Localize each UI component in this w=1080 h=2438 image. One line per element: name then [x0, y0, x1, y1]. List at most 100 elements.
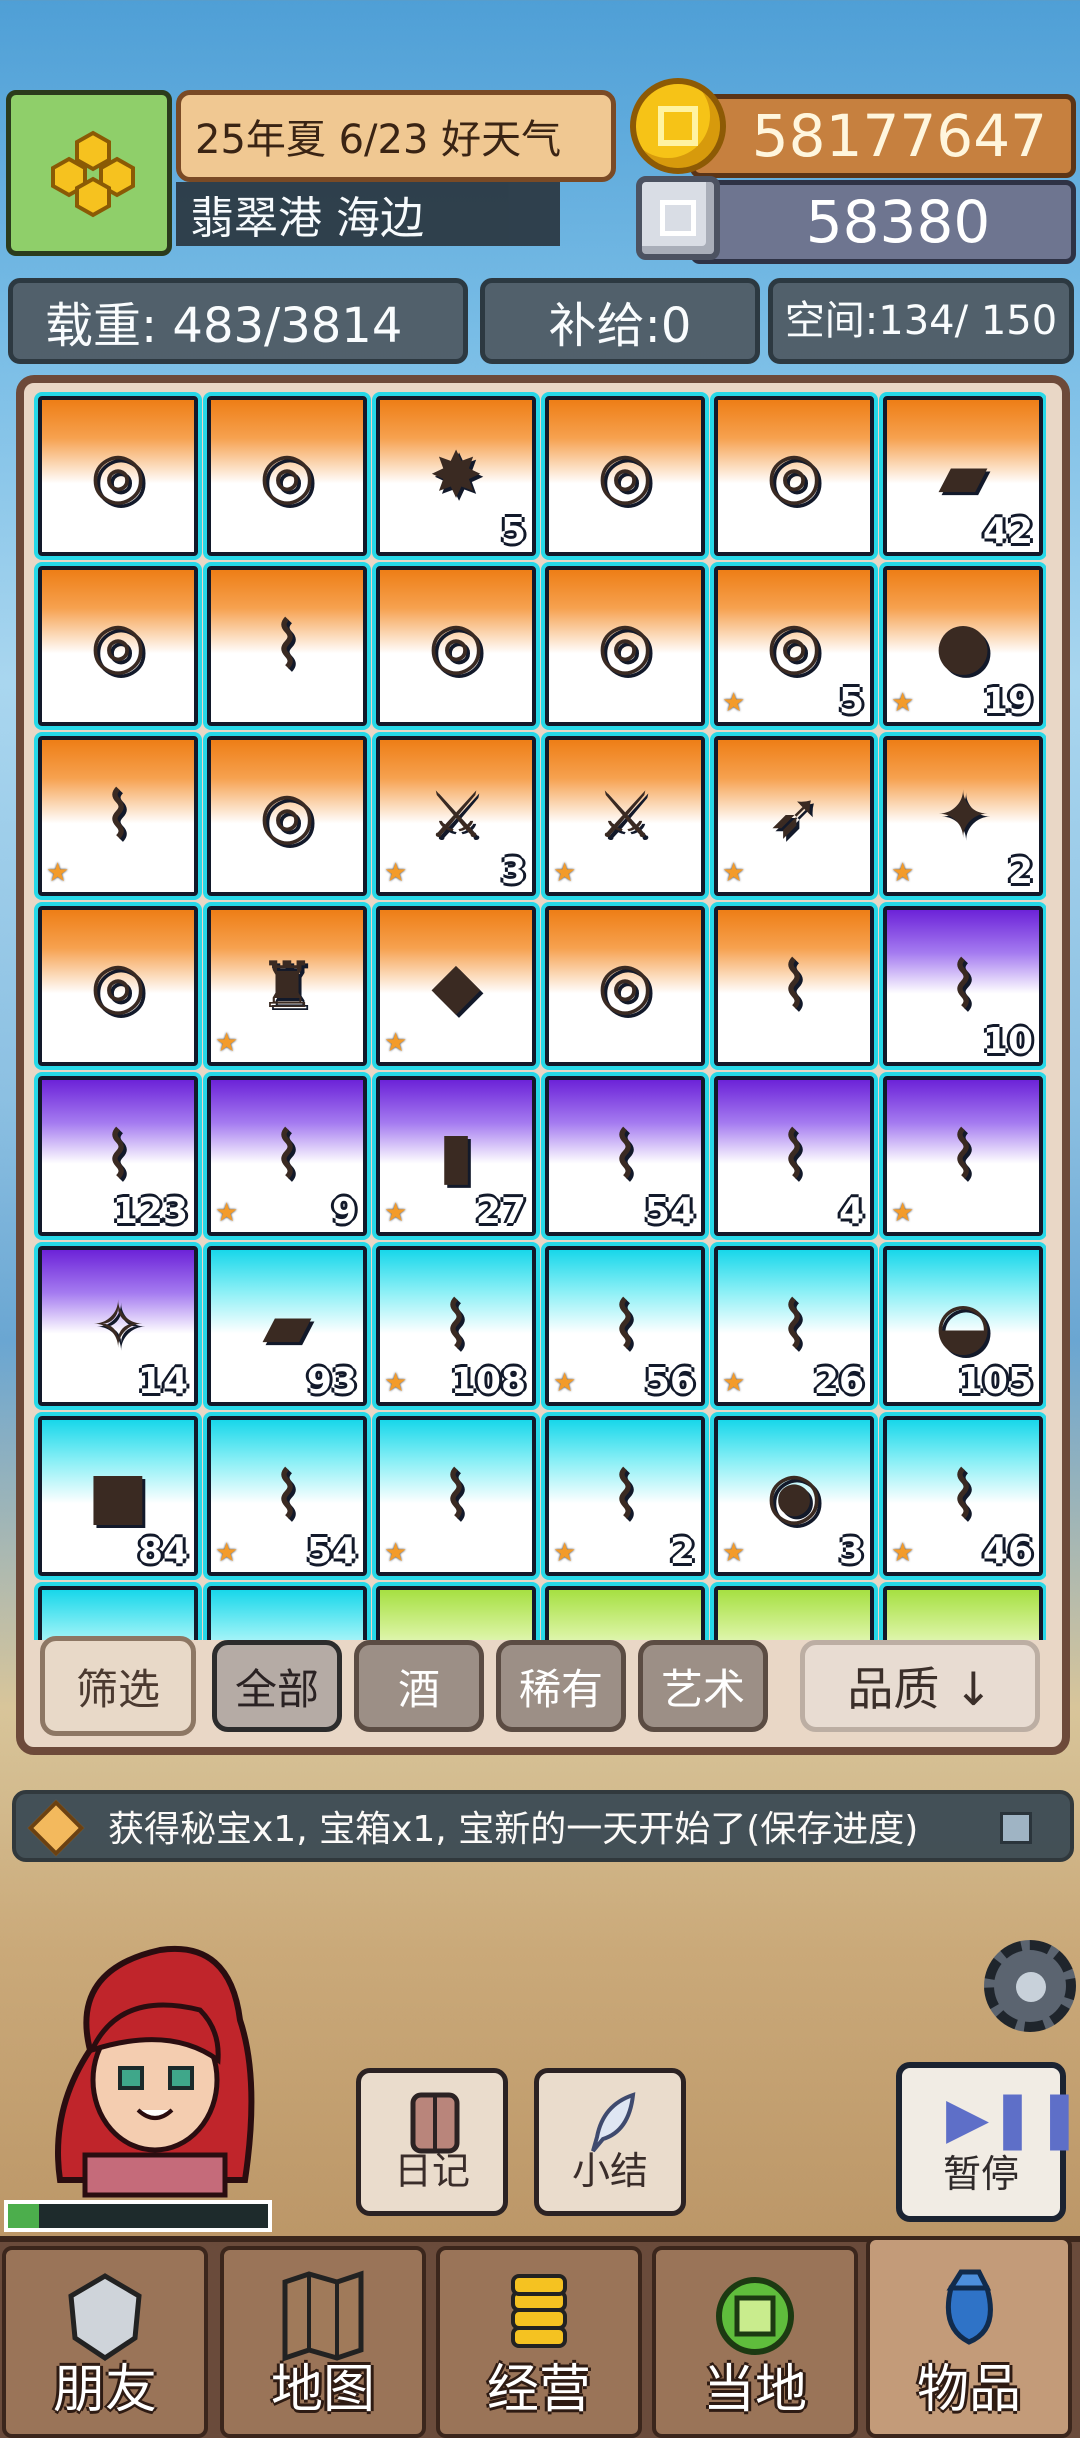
fire-ring-icon: ◎ — [90, 609, 146, 683]
inventory-slot[interactable]: ◎ — [714, 396, 874, 556]
dark-ring-icon: ◎ — [90, 949, 146, 1023]
inventory-slot[interactable]: ➶ ★ — [714, 736, 874, 896]
inventory-slot[interactable]: ◎ — [38, 906, 198, 1066]
inventory-slot[interactable]: ⌇ — [207, 566, 367, 726]
rarity-star-icon: ★ — [553, 858, 577, 888]
tab-wine[interactable]: 酒 — [354, 1640, 484, 1732]
inventory-slot[interactable]: ◎ — [545, 906, 705, 1066]
jade-ring-icon — [716, 2277, 794, 2355]
nav-items[interactable]: 物品 — [866, 2236, 1072, 2438]
inventory-slot[interactable]: ⌇ — [714, 906, 874, 1066]
inventory-slot[interactable]: ⌇ 10 — [883, 906, 1043, 1066]
diary-button[interactable]: 日记 — [356, 2068, 508, 2216]
inventory-slot[interactable]: ⌇ ★ 108 — [376, 1246, 536, 1406]
inventory-slot[interactable]: ✦ ★ 2 — [883, 736, 1043, 896]
inventory-slot[interactable]: ◎ — [38, 396, 198, 556]
crystal-ring-icon: ◎ — [259, 439, 315, 513]
nav-map[interactable]: 地图 — [220, 2246, 426, 2438]
inventory-slot[interactable]: ⌇ ★ 56 — [545, 1246, 705, 1406]
inventory-slot[interactable]: ♜ ★ — [207, 906, 367, 1066]
nav-local[interactable]: 当地 — [652, 2246, 858, 2438]
inventory-slot[interactable]: ⚔ ★ 3 — [376, 736, 536, 896]
inventory-slot[interactable]: ● ★ 19 — [883, 566, 1043, 726]
summary-button[interactable]: 小结 — [534, 2068, 686, 2216]
inventory-slot[interactable]: ⌇ 123 — [38, 1076, 198, 1236]
chest-icon: ▭ — [42, 1590, 194, 1640]
silver-amount: 58380 — [690, 180, 1076, 264]
rarity-star-icon: ★ — [553, 1368, 577, 1398]
honeycomb-icon — [51, 130, 135, 218]
inventory-slot[interactable]: ◎ — [376, 566, 536, 726]
nav-items-label: 物品 — [916, 2360, 1021, 2420]
inventory-slot[interactable]: ◓ — [207, 1586, 367, 1640]
inventory-slot[interactable]: ✸ 5 — [376, 396, 536, 556]
item-count: 10 — [982, 1021, 1033, 1062]
inventory-slot[interactable]: ◌ — [714, 1586, 874, 1640]
inventory-slot[interactable]: ✧ 14 — [38, 1246, 198, 1406]
ruby-ring-icon: ◎ — [597, 439, 653, 513]
inventory-slot[interactable]: ◎ — [38, 566, 198, 726]
tab-all[interactable]: 全部 — [212, 1640, 342, 1732]
inventory-slot[interactable]: ▰ 93 — [207, 1246, 367, 1406]
rarity-star-icon: ★ — [891, 1538, 915, 1568]
inventory-slot[interactable]: ◎ ★ 5 — [714, 566, 874, 726]
rarity-star-icon: ★ — [215, 1538, 239, 1568]
inventory-slot[interactable]: ◌ — [883, 1586, 1043, 1640]
inventory-slot[interactable]: ⌇ 54 — [545, 1076, 705, 1236]
silver-ring-sapphire-icon: ◎ — [90, 439, 146, 513]
item-count: 93 — [306, 1361, 357, 1402]
sort-quality-button[interactable]: 品质 ↓ — [800, 1640, 1040, 1732]
guild-emblem[interactable] — [6, 90, 172, 256]
inventory-slot[interactable]: ⌇ 4 — [714, 1076, 874, 1236]
settings-gear-icon[interactable] — [984, 1940, 1076, 2032]
inventory-slot[interactable]: ◆ ★ — [376, 906, 536, 1066]
inventory-slot[interactable]: ⚔ ★ — [545, 736, 705, 896]
item-count: 123 — [112, 1191, 188, 1232]
inventory-slot[interactable]: ⌇ ★ — [376, 1416, 536, 1576]
inventory-slot[interactable]: ◉ ★ 3 — [714, 1416, 874, 1576]
inventory-slot[interactable]: ◎ — [545, 396, 705, 556]
inventory-slot[interactable]: ▮ ★ 27 — [376, 1076, 536, 1236]
inventory-slot[interactable]: ▤ — [376, 1586, 536, 1640]
nav-friends[interactable]: 朋友 — [2, 2246, 208, 2438]
inventory-slot[interactable]: ◎ — [207, 736, 367, 896]
tab-art[interactable]: 艺术 — [638, 1640, 768, 1732]
charm-icon: ◍ — [549, 1590, 701, 1640]
inventory-slot[interactable]: ■ 84 — [38, 1416, 198, 1576]
inventory-slot[interactable]: ◎ — [207, 396, 367, 556]
tab-rare[interactable]: 稀有 — [496, 1640, 626, 1732]
rarity-star-icon: ★ — [891, 1198, 915, 1228]
inventory-slot[interactable]: ⌇ ★ 46 — [883, 1416, 1043, 1576]
inventory-grid[interactable]: ◎ ◎ ✸ 5 ◎ ◎ ▰ 42 ◎ ⌇ ◎ ◎ ◎ ★ 5 ● ★ 19 ⌇ ★ ◎ ⚔ ★ 3 ⚔ ★ ➶ ★ ✦ ★ 2 ◎ ♜ ★ ◆ ★ ◎ ⌇… — [34, 392, 1046, 1640]
inventory-slot[interactable]: ⌇ ★ — [38, 736, 198, 896]
inventory-slot[interactable]: ⌇ ★ 26 — [714, 1246, 874, 1406]
rarity-star-icon: ★ — [722, 1368, 746, 1398]
inventory-slot[interactable]: ▰ 42 — [883, 396, 1043, 556]
inventory-slot[interactable]: ◒ 105 — [883, 1246, 1043, 1406]
herb-icon: ◌ — [887, 1590, 1039, 1640]
item-count: 105 — [957, 1361, 1033, 1402]
filter-button[interactable]: 筛选 — [40, 1636, 196, 1736]
inventory-slot[interactable]: ⌇ ★ — [883, 1076, 1043, 1236]
inventory-slot[interactable]: ⌇ ★ 2 — [545, 1416, 705, 1576]
inventory-slot[interactable]: ▭ — [38, 1586, 198, 1640]
message-log[interactable]: 获得秘宝x1, 宝箱x1, 宝新的一天开始了(保存进度) — [12, 1790, 1074, 1862]
rarity-star-icon: ★ — [215, 1028, 239, 1058]
pause-button[interactable]: ▶❚❚ 暂停 — [896, 2062, 1080, 2222]
inventory-slot[interactable]: ◎ — [545, 566, 705, 726]
rarity-star-icon: ★ — [384, 1538, 408, 1568]
golden-scroll-icon: ⌇ — [271, 609, 303, 683]
silver-coin-icon — [636, 176, 720, 260]
play-pause-icon: ▶❚❚ — [946, 2086, 1080, 2151]
nav-manage[interactable]: 经营 — [436, 2246, 642, 2438]
item-count: 5 — [838, 681, 864, 722]
character-portrait[interactable] — [30, 1930, 280, 2200]
inventory-slot[interactable]: ◍ — [545, 1586, 705, 1640]
rarity-star-icon: ★ — [384, 858, 408, 888]
fish-icon: ◌ — [718, 1590, 870, 1640]
inventory-slot[interactable]: ⌇ ★ 54 — [207, 1416, 367, 1576]
item-count: 42 — [982, 511, 1033, 552]
item-count: 14 — [137, 1361, 188, 1402]
inventory-slot[interactable]: ⌇ ★ 9 — [207, 1076, 367, 1236]
space-count: 空间:134/ 150 — [768, 278, 1074, 364]
